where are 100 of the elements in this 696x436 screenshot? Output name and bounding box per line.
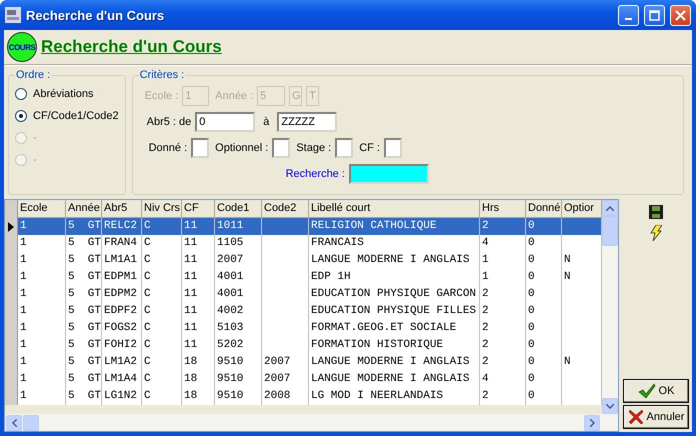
row-header-cell: [5, 388, 18, 405]
table-cell: 2: [480, 303, 526, 320]
table-cell: 2: [480, 354, 526, 371]
table-cell: FRANCAIS: [309, 235, 480, 252]
ok-button[interactable]: OK: [623, 379, 689, 403]
table-cell: N: [562, 354, 602, 371]
table-cell: RELC2: [102, 218, 142, 235]
table-cell: LANGUE MODERNE I ANGLAIS: [309, 354, 480, 371]
table-cell: 11: [182, 252, 215, 269]
column-header[interactable]: Donné: [526, 200, 562, 218]
input-field[interactable]: [191, 138, 210, 158]
close-button[interactable]: [670, 4, 691, 26]
save-icon[interactable]: [649, 205, 663, 219]
table-cell: 0: [526, 252, 562, 269]
chevron-up-icon: [606, 206, 614, 210]
column-header[interactable]: Hrs: [480, 200, 526, 218]
table-cell: 11: [182, 235, 215, 252]
table-cell: 1: [18, 337, 66, 354]
table-cell: 18: [182, 354, 215, 371]
column-header[interactable]: Niv Crs: [142, 200, 182, 218]
field-label: Recherche :: [286, 168, 345, 180]
table-cell: 1: [18, 354, 66, 371]
table-cell: 9510: [215, 388, 262, 405]
table-cell: 2: [480, 286, 526, 303]
column-header[interactable]: Code2: [262, 200, 309, 218]
table-cell: 11: [182, 320, 215, 337]
table-cell: 1: [18, 269, 66, 286]
field-label: CF :: [359, 142, 380, 154]
table-cell: [562, 235, 602, 252]
column-header[interactable]: Année: [66, 200, 102, 218]
close-icon: [675, 10, 686, 20]
table-cell: 2008: [262, 388, 309, 405]
table-cell: 0: [526, 388, 562, 405]
table-cell: 1: [18, 388, 66, 405]
table-cell: LANGUE MODERNE I ANGLAIS: [309, 371, 480, 388]
table-cell: 1: [18, 320, 66, 337]
table-cell: 1: [480, 252, 526, 269]
table-cell: LANGUE MODERNE I ANGLAIS: [309, 252, 480, 269]
table-cell: LG MOD I NEERLANDAIS: [309, 388, 480, 405]
table-cell: 11: [182, 337, 215, 354]
table-cell: 4: [480, 371, 526, 388]
input-field[interactable]: ZZZZZ: [277, 112, 338, 132]
scroll-left-button[interactable]: [6, 414, 22, 430]
radio-button[interactable]: [15, 110, 27, 122]
maximize-button[interactable]: [644, 4, 665, 26]
column-header[interactable]: Optior: [562, 200, 602, 218]
table-cell: C: [142, 269, 182, 286]
table-cell: 5 GT: [66, 354, 102, 371]
table-cell: 5 GT: [66, 371, 102, 388]
field-label: Ecole :: [144, 90, 178, 102]
minimize-button[interactable]: [618, 4, 639, 26]
scrollbar-thumb[interactable]: [602, 216, 618, 246]
table-cell: C: [142, 371, 182, 388]
column-header[interactable]: CF: [182, 200, 215, 218]
cancel-button[interactable]: Annuler: [623, 405, 689, 429]
table-cell: 1: [18, 303, 66, 320]
chevron-left-icon: [12, 418, 16, 426]
radio-label: -: [33, 132, 37, 144]
field-label: Abr5 : de: [146, 116, 192, 128]
column-header[interactable]: Code1: [215, 200, 262, 218]
scroll-down-button[interactable]: [602, 398, 618, 414]
table-cell: 5 GT: [66, 303, 102, 320]
page-title: Recherche d'un Cours: [41, 37, 222, 57]
table-cell: 4: [480, 235, 526, 252]
table-cell: [562, 388, 602, 405]
group-legend: Critères :: [138, 69, 186, 81]
table-cell: C: [142, 235, 182, 252]
scrollbar-thumb[interactable]: [23, 414, 39, 430]
radio-button[interactable]: [15, 88, 27, 100]
chevron-down-icon: [606, 404, 614, 408]
field-label: Année :: [215, 90, 254, 102]
table-cell: 9510: [215, 371, 262, 388]
scroll-right-button[interactable]: [584, 414, 600, 430]
table-cell: 1: [480, 269, 526, 286]
table-cell: N: [562, 252, 602, 269]
table-cell: 1: [18, 371, 66, 388]
search-field[interactable]: [348, 164, 429, 184]
column-header[interactable]: Ecole: [18, 200, 66, 218]
table-cell: C: [142, 388, 182, 405]
table-cell: 0: [526, 371, 562, 388]
table-cell: C: [142, 337, 182, 354]
column-header[interactable]: Libellé court: [309, 200, 480, 218]
table-cell: 4001: [215, 269, 262, 286]
table-cell: EDPM1: [102, 269, 142, 286]
table-cell: 0: [526, 354, 562, 371]
input-field[interactable]: [384, 138, 402, 158]
input-field[interactable]: 0: [195, 112, 256, 132]
column-header[interactable]: Abr5: [102, 200, 142, 218]
input-field[interactable]: [272, 138, 290, 158]
table-cell: 5 GT: [66, 286, 102, 303]
table-cell: 0: [526, 218, 562, 235]
lightning-icon[interactable]: [650, 225, 662, 241]
scroll-up-button[interactable]: [602, 200, 618, 216]
table-cell: 5 GT: [66, 320, 102, 337]
input-field[interactable]: [335, 138, 354, 158]
table-cell: 1011: [215, 218, 262, 235]
window-title: Recherche d'un Cours: [26, 8, 166, 22]
minimize-icon: [625, 18, 632, 20]
table-cell: LM1A1: [102, 252, 142, 269]
x-icon: [628, 409, 644, 425]
